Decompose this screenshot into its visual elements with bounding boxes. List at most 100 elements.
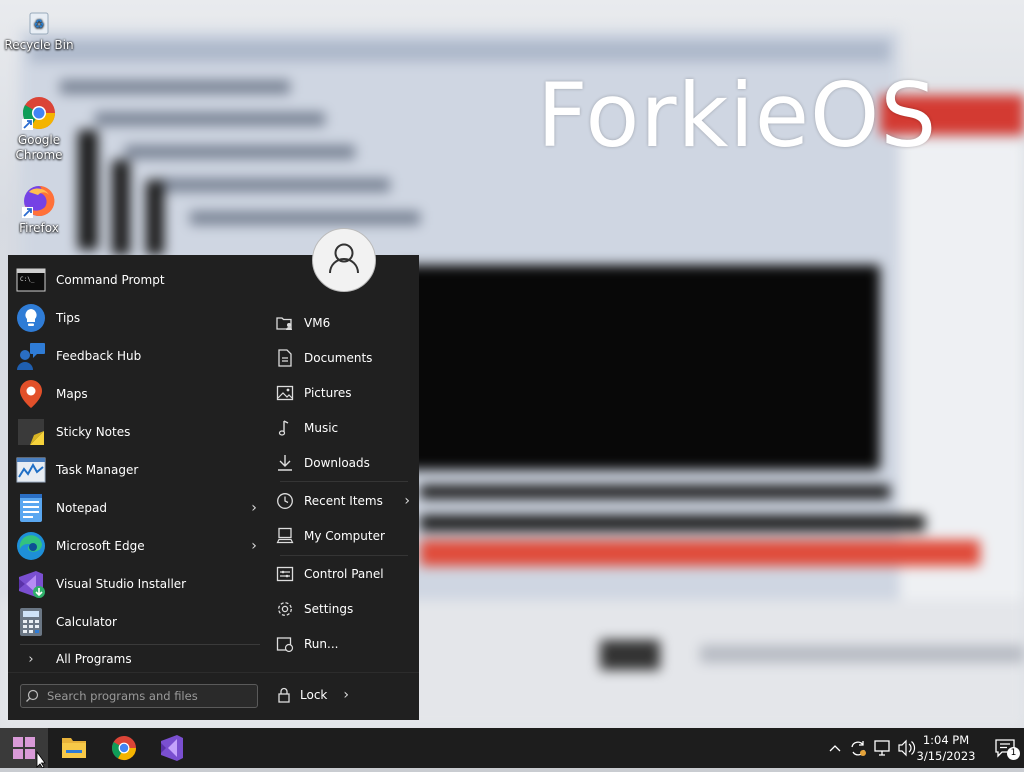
tips-icon xyxy=(16,303,46,333)
place-label: Run... xyxy=(304,637,339,651)
notepad-icon xyxy=(16,493,46,523)
desktop-icon-label: Recycle Bin xyxy=(4,38,74,52)
taskbar-visual-studio-installer[interactable] xyxy=(148,728,196,768)
place-label: Control Panel xyxy=(304,567,384,581)
desktop-icon-recycle-bin[interactable]: ♻ Recycle Bin xyxy=(4,10,74,53)
app-label: Microsoft Edge xyxy=(56,539,145,553)
chevron-right-icon[interactable]: › xyxy=(343,687,349,703)
place-label: My Computer xyxy=(304,529,385,543)
place-label: Documents xyxy=(304,351,373,365)
document-icon xyxy=(276,349,294,367)
submenu-chevron-icon: › xyxy=(404,493,410,509)
volume-icon[interactable] xyxy=(898,739,916,757)
submenu-chevron-icon: › xyxy=(251,500,257,516)
app-maps[interactable]: Maps xyxy=(16,376,261,412)
user-icon xyxy=(329,243,359,274)
visual-studio-installer-icon xyxy=(16,569,46,599)
app-label: Feedback Hub xyxy=(56,349,142,363)
control-panel-icon xyxy=(276,565,294,583)
search-box[interactable] xyxy=(20,684,258,708)
edge-icon xyxy=(16,531,46,561)
taskbar-google-chrome[interactable] xyxy=(100,728,148,768)
picture-icon xyxy=(276,384,294,402)
all-programs-button[interactable]: › All Programs xyxy=(22,647,132,671)
app-label: Calculator xyxy=(56,615,117,629)
clock-date: 3/15/2023 xyxy=(916,749,976,763)
search-input[interactable] xyxy=(43,689,257,703)
start-menu: C:\_ Command Prompt Tips Feedback Hub Ma… xyxy=(8,255,419,720)
maps-icon xyxy=(16,379,46,409)
chevron-up-icon[interactable] xyxy=(829,745,841,752)
gear-icon xyxy=(276,600,294,618)
place-music[interactable]: Music xyxy=(276,413,416,443)
app-label: Tips xyxy=(56,311,81,325)
chrome-icon xyxy=(111,736,136,761)
app-tips[interactable]: Tips xyxy=(16,300,261,336)
app-label: Sticky Notes xyxy=(56,425,131,439)
app-label: Command Prompt xyxy=(56,273,165,287)
brand-title: ForkieOS xyxy=(537,64,938,167)
app-calculator[interactable]: Calculator xyxy=(16,604,261,640)
desktop-icon-google-chrome[interactable]: Google Chrome xyxy=(4,95,74,163)
divider xyxy=(280,555,408,556)
computer-icon xyxy=(276,527,294,545)
network-icon[interactable] xyxy=(874,740,890,756)
lock-icon xyxy=(276,687,292,703)
user-avatar[interactable] xyxy=(312,228,376,292)
all-programs-label: All Programs xyxy=(56,652,132,666)
folder-icon xyxy=(62,738,86,758)
app-visual-studio-installer[interactable]: Visual Studio Installer xyxy=(16,566,261,602)
taskbar-clock[interactable]: 1:04 PM 3/15/2023 xyxy=(914,732,978,764)
app-label: Task Manager xyxy=(56,463,139,477)
app-notepad[interactable]: Notepad › xyxy=(16,490,261,526)
place-run[interactable]: Run... xyxy=(276,629,416,659)
place-vm6[interactable]: VM6 xyxy=(276,308,416,338)
visual-studio-icon xyxy=(161,735,183,761)
place-label: VM6 xyxy=(304,316,331,330)
app-command-prompt[interactable]: C:\_ Command Prompt xyxy=(16,262,261,298)
start-button[interactable] xyxy=(0,728,48,769)
desktop-icon-firefox[interactable]: Firefox xyxy=(4,183,74,236)
place-label: Recent Items xyxy=(304,494,383,508)
chrome-icon xyxy=(21,95,57,131)
app-sticky-notes[interactable]: Sticky Notes xyxy=(16,414,261,450)
music-note-icon xyxy=(276,419,294,437)
task-manager-icon xyxy=(16,455,46,485)
taskbar: 1:04 PM 3/15/2023 1 xyxy=(0,728,1024,769)
notification-badge: 1 xyxy=(1007,747,1020,760)
app-label: Notepad xyxy=(56,501,107,515)
sync-icon[interactable] xyxy=(851,741,866,756)
feedback-hub-icon xyxy=(16,341,46,371)
search-icon xyxy=(21,686,43,706)
app-label: Maps xyxy=(56,387,88,401)
firefox-icon xyxy=(21,183,57,219)
calculator-icon xyxy=(16,607,46,637)
place-downloads[interactable]: Downloads xyxy=(276,448,416,478)
place-label: Settings xyxy=(304,602,354,616)
place-settings[interactable]: Settings xyxy=(276,594,416,624)
app-task-manager[interactable]: Task Manager xyxy=(16,452,261,488)
chevron-right-icon: › xyxy=(28,651,34,667)
place-my-computer[interactable]: My Computer xyxy=(276,521,416,551)
recycle-bin-icon: ♻ xyxy=(26,10,52,36)
place-label: Downloads xyxy=(304,456,370,470)
place-control-panel[interactable]: Control Panel xyxy=(276,559,416,589)
place-documents[interactable]: Documents xyxy=(276,343,416,373)
place-recent-items[interactable]: Recent Items › xyxy=(276,486,416,516)
place-pictures[interactable]: Pictures xyxy=(276,378,416,408)
svg-text:C:\_: C:\_ xyxy=(20,276,35,283)
app-feedback-hub[interactable]: Feedback Hub xyxy=(16,338,261,374)
svg-text:♻: ♻ xyxy=(34,17,45,31)
submenu-chevron-icon: › xyxy=(251,538,257,554)
divider xyxy=(8,672,419,673)
desktop-icon-label: Google Chrome xyxy=(15,133,63,162)
divider xyxy=(280,481,408,482)
system-tray xyxy=(826,728,920,768)
taskbar-file-explorer[interactable] xyxy=(50,728,98,768)
windows-logo-icon xyxy=(13,737,46,769)
divider xyxy=(20,644,260,645)
lock-button[interactable]: Lock › xyxy=(276,682,349,708)
notification-center-button[interactable]: 1 xyxy=(994,738,1020,760)
app-microsoft-edge[interactable]: Microsoft Edge › xyxy=(16,528,261,564)
sticky-notes-icon xyxy=(16,417,46,447)
